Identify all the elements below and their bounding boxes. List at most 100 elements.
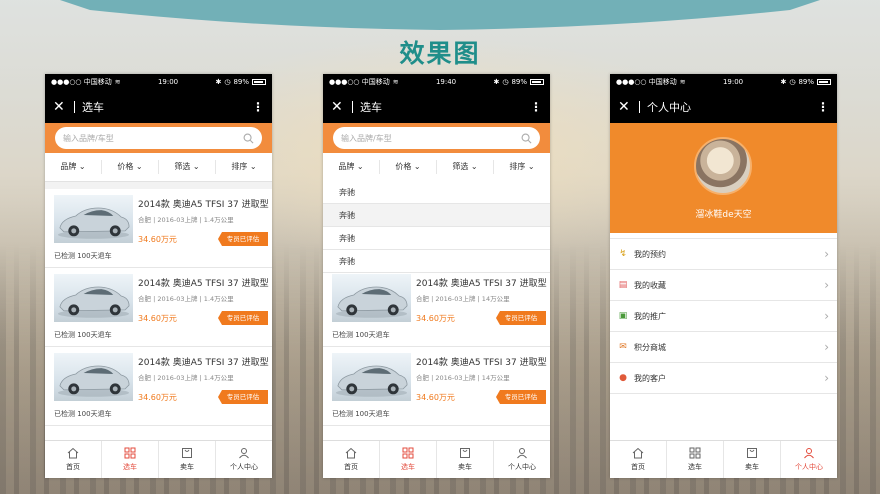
tab-bar: 首页 选车 卖车 个人中心 <box>323 440 550 478</box>
car-price: 34.60万元 <box>138 393 177 402</box>
dropdown-option[interactable]: 奔驰 <box>323 227 550 250</box>
menu-item-points-mall[interactable]: ✉ 积分商城 › <box>610 332 837 363</box>
search-icon[interactable] <box>521 133 532 144</box>
car-price: 34.60万元 <box>138 314 177 323</box>
chevron-down-icon: ⌄ <box>192 162 200 171</box>
evaluated-tag[interactable]: 专员已评估 <box>496 390 546 404</box>
evaluated-tag[interactable]: 专员已评估 <box>218 390 268 404</box>
car-icon <box>335 365 408 397</box>
cart-icon <box>747 448 757 458</box>
tab-sell-car[interactable]: 卖车 <box>724 441 781 478</box>
status-time: 19:00 <box>157 78 179 86</box>
search-placeholder: 输入品牌/车型 <box>63 133 114 143</box>
search-bar: 输入品牌/车型 <box>323 123 550 153</box>
search-input[interactable]: 输入品牌/车型 <box>333 127 540 149</box>
menu-label: 我的收藏 <box>634 280 666 290</box>
tab-profile[interactable]: 个人中心 <box>781 441 837 478</box>
more-icon[interactable]: ⋮ <box>817 101 829 113</box>
grid-icon <box>124 447 136 459</box>
car-list-item[interactable]: 2014款 奥迪A5 TFSI 37 进取型 合肥 | 2016-03上牌 | … <box>45 189 272 268</box>
filter-bar: 品牌 ⌄ 价格 ⌄ 筛选 ⌄ 排序 ⌄ <box>323 153 550 182</box>
close-icon[interactable]: ✕ <box>331 100 345 114</box>
dropdown-option[interactable]: 奔驰 <box>323 250 550 273</box>
tab-label: 选车 <box>688 463 702 471</box>
car-list-item[interactable]: 2014款 奥迪A5 TFSI 37 进取型 合肥 | 2016-03上牌 | … <box>45 268 272 347</box>
alarm-icon: ◷ <box>502 78 509 86</box>
filter-sort[interactable]: 排序 ⌄ <box>494 160 550 174</box>
chevron-down-icon: ⌄ <box>470 162 478 171</box>
chevron-right-icon: › <box>824 278 829 292</box>
filter-label: 品牌 <box>338 162 355 171</box>
chart-icon: ↯ <box>619 249 627 259</box>
car-price: 34.60万元 <box>138 235 177 244</box>
tab-label: 个人中心 <box>795 463 823 471</box>
tab-sell-car[interactable]: 卖车 <box>437 441 494 478</box>
search-placeholder: 输入品牌/车型 <box>341 133 392 143</box>
evaluated-tag[interactable]: 专员已评估 <box>218 311 268 325</box>
search-bar: 输入品牌/车型 <box>45 123 272 153</box>
car-list-item[interactable]: 2014款 奥迪A5 TFSI 37 进取型 合肥 | 2016-03上牌 | … <box>323 347 550 426</box>
tab-label: 首页 <box>631 463 645 471</box>
more-icon[interactable]: ⋮ <box>252 101 264 113</box>
grid-icon <box>402 447 414 459</box>
search-icon[interactable] <box>243 133 254 144</box>
home-icon <box>345 447 357 459</box>
evaluated-tag[interactable]: 专员已评估 <box>218 232 268 246</box>
car-icon <box>57 207 130 239</box>
filter-price[interactable]: 价格 ⌄ <box>102 160 159 174</box>
menu-item-customers[interactable]: ● 我的客户 › <box>610 363 837 394</box>
tab-label: 首页 <box>344 463 358 471</box>
bookmark-icon: ▤ <box>618 280 628 290</box>
wifi-icon: ≋ <box>392 78 399 86</box>
nav-title: 选车 <box>360 100 382 114</box>
tab-select-car[interactable]: 选车 <box>380 441 437 478</box>
car-list-item[interactable]: 2014款 奥迪A5 TFSI 37 进取型 合肥 | 2016-03上牌 | … <box>45 347 272 426</box>
car-meta: 合肥 | 2016-03上牌 | 14万公里 <box>416 374 510 382</box>
menu-item-promotion[interactable]: ▣ 我的推广 › <box>610 301 837 332</box>
avatar[interactable] <box>694 137 752 195</box>
tab-profile[interactable]: 个人中心 <box>216 441 272 478</box>
car-meta: 合肥 | 2016-03上牌 | 14万公里 <box>416 295 510 303</box>
filter-label: 排序 <box>231 162 248 171</box>
menu-item-favorites[interactable]: ▤ 我的收藏 › <box>610 270 837 301</box>
battery-icon <box>817 79 831 85</box>
box-icon: ▣ <box>618 311 628 321</box>
divider <box>639 100 640 113</box>
filter-screen[interactable]: 筛选 ⌄ <box>159 160 216 174</box>
close-icon[interactable]: ✕ <box>618 100 632 114</box>
status-time: 19:40 <box>435 78 457 86</box>
tab-sell-car[interactable]: 卖车 <box>159 441 216 478</box>
filter-price[interactable]: 价格 ⌄ <box>380 160 437 174</box>
username: 溜冰鞋de天空 <box>695 210 752 220</box>
filter-brand[interactable]: 品牌 ⌄ <box>323 160 380 174</box>
evaluated-tag[interactable]: 专员已评估 <box>496 311 546 325</box>
car-list-item[interactable]: 2014款 奥迪A5 TFSI 37 进取型 合肥 | 2016-03上牌 | … <box>323 268 550 347</box>
tab-profile[interactable]: 个人中心 <box>494 441 550 478</box>
search-input[interactable]: 输入品牌/车型 <box>55 127 262 149</box>
car-image <box>54 353 133 401</box>
dropdown-option[interactable]: 奔驰 <box>323 181 550 204</box>
tab-label: 首页 <box>66 463 80 471</box>
brand-dropdown: 奔驰 奔驰 奔驰 奔驰 <box>323 181 550 273</box>
filter-sort[interactable]: 排序 ⌄ <box>216 160 272 174</box>
status-bar: ●●●○○ 中国移动 ≋ 19:00 ✱ ◷ 89% <box>610 74 837 90</box>
car-icon <box>57 365 130 397</box>
dropdown-option[interactable]: 奔驰 <box>323 204 550 227</box>
tab-select-car[interactable]: 选车 <box>667 441 724 478</box>
profile-header: 溜冰鞋de天空 <box>610 123 837 233</box>
filter-label: 价格 <box>117 162 134 171</box>
tab-home[interactable]: 首页 <box>610 441 667 478</box>
filter-brand[interactable]: 品牌 ⌄ <box>45 160 102 174</box>
menu-item-appointments[interactable]: ↯ 我的预约 › <box>610 239 837 270</box>
car-price: 34.60万元 <box>416 314 455 323</box>
tab-home[interactable]: 首页 <box>45 441 102 478</box>
tab-select-car[interactable]: 选车 <box>102 441 159 478</box>
close-icon[interactable]: ✕ <box>53 100 67 114</box>
car-title: 2014款 奥迪A5 TFSI 37 进取型 <box>416 279 547 289</box>
bluetooth-icon: ✱ <box>215 78 222 86</box>
more-icon[interactable]: ⋮ <box>530 101 542 113</box>
tab-home[interactable]: 首页 <box>323 441 380 478</box>
filter-screen[interactable]: 筛选 ⌄ <box>437 160 494 174</box>
tab-label: 选车 <box>401 463 415 471</box>
alarm-icon: ◷ <box>224 78 231 86</box>
